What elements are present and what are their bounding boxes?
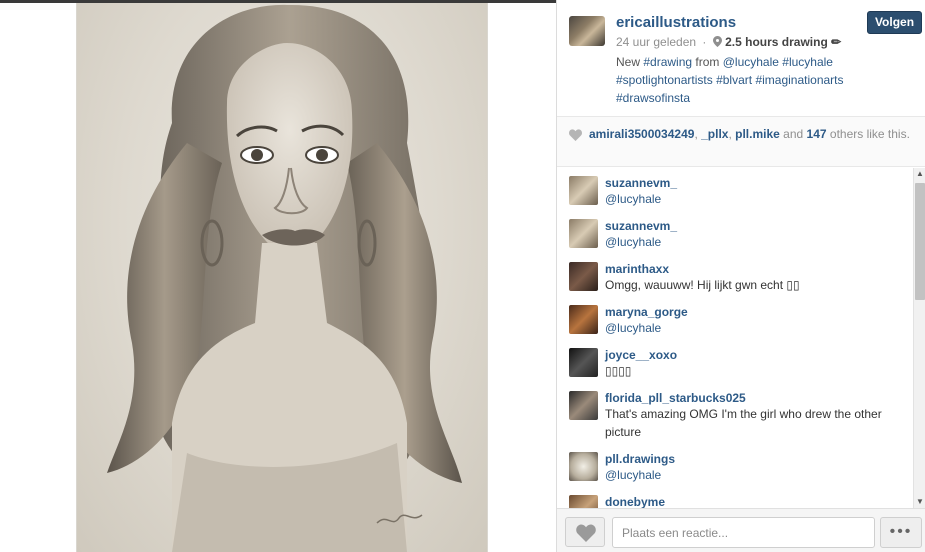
comment-username[interactable]: maryna_gorge (605, 297, 913, 319)
photo-area (0, 3, 556, 552)
comment-text[interactable]: @lucyhale (605, 319, 913, 337)
scroll-up-arrow-icon[interactable]: ▲ (914, 168, 925, 180)
comment-item: maryna_gorge @lucyhale (557, 297, 913, 340)
follow-button[interactable]: Volgen (867, 11, 922, 34)
likes-bar: amirali3500034249, _pllx, pll.mike and 1… (557, 116, 925, 167)
avatar[interactable] (569, 452, 598, 481)
comment-item: suzannevm_ @lucyhale (557, 168, 913, 211)
comment-item: donebyme (557, 487, 913, 508)
comment-username[interactable]: marinthaxx (605, 254, 913, 276)
comment-text: That's amazing OMG I'm the girl who drew… (605, 407, 882, 439)
comment-text: ▯▯▯▯ (605, 364, 632, 378)
comment-bar: ••• (557, 508, 925, 552)
location-pin-icon (712, 36, 722, 47)
post-photo[interactable] (76, 3, 488, 552)
scroll-down-arrow-icon[interactable]: ▼ (914, 496, 925, 508)
avatar[interactable] (569, 16, 605, 46)
avatar[interactable] (569, 219, 598, 248)
post-time: 24 uur geleden (616, 35, 697, 49)
avatar[interactable] (569, 348, 598, 377)
portrait-drawing-image (107, 4, 462, 552)
caption-text: from (692, 55, 723, 69)
like-button[interactable] (565, 517, 605, 547)
meta-separator: · (702, 35, 707, 49)
post-location[interactable]: 2.5 hours drawing ✏ (725, 35, 841, 49)
hashtag[interactable]: #imaginationarts (755, 73, 843, 87)
post-username[interactable]: ericaillustrations (616, 14, 736, 31)
like-user[interactable]: pll.mike (735, 127, 780, 141)
like-user[interactable]: amirali3500034249 (589, 127, 694, 141)
hashtag[interactable]: #drawsofinsta (616, 91, 690, 105)
comment-username[interactable]: suzannevm_ (605, 211, 913, 233)
likes-count[interactable]: 147 (807, 127, 827, 141)
avatar[interactable] (569, 305, 598, 334)
post-caption: New #drawing from @lucyhale #lucyhale #s… (616, 53, 876, 107)
scroll-thumb[interactable] (915, 183, 925, 300)
comment-scrollbar[interactable]: ▲ ▼ (913, 168, 925, 508)
comment-list: suzannevm_ @lucyhale suzannevm_ @lucyhal… (557, 168, 913, 508)
like-user[interactable]: _pllx (701, 127, 728, 141)
comment-input[interactable] (612, 517, 875, 548)
more-options-button[interactable]: ••• (880, 517, 922, 548)
post-header: ericaillustrations Volgen 24 uur geleden… (557, 0, 925, 116)
comment-item: florida_pll_starbucks025 That's amazing … (557, 383, 913, 444)
hashtag[interactable]: #spotlightonartists (616, 73, 713, 87)
comment-item: marinthaxx Omgg, wauuww! Hij lijkt gwn e… (557, 254, 913, 297)
post-meta: 24 uur geleden · 2.5 hours drawing ✏ (616, 35, 841, 49)
comment-username[interactable]: donebyme (605, 487, 913, 508)
comment-item: joyce__xoxo ▯▯▯▯ (557, 340, 913, 383)
avatar[interactable] (569, 176, 598, 205)
comment-username[interactable]: joyce__xoxo (605, 340, 913, 362)
comment-username[interactable]: suzannevm_ (605, 168, 913, 190)
avatar[interactable] (569, 262, 598, 291)
comment-text[interactable]: @lucyhale (605, 190, 913, 208)
caption-text: New (616, 55, 644, 69)
post-side-panel: ericaillustrations Volgen 24 uur geleden… (556, 0, 925, 552)
comment-item: suzannevm_ @lucyhale (557, 211, 913, 254)
comment-username[interactable]: florida_pll_starbucks025 (605, 383, 913, 405)
heart-icon (569, 129, 582, 141)
hashtag[interactable]: #blvart (716, 73, 752, 87)
comment-text[interactable]: @lucyhale (605, 233, 913, 251)
comment-username[interactable]: pll.drawings (605, 444, 913, 466)
likes-suffix: others like this. (826, 127, 910, 141)
comment-text: Omgg, wauuww! Hij lijkt gwn echt ▯▯ (605, 278, 800, 292)
hashtag[interactable]: #drawing (643, 55, 692, 69)
comment-text[interactable]: @lucyhale (605, 466, 913, 484)
heart-icon (576, 524, 596, 542)
comment-item: pll.drawings @lucyhale (557, 444, 913, 487)
likes-and: and (779, 127, 807, 141)
mention-link[interactable]: @lucyhale (723, 55, 779, 69)
avatar[interactable] (569, 495, 598, 508)
hashtag[interactable]: #lucyhale (782, 55, 833, 69)
avatar[interactable] (569, 391, 598, 420)
